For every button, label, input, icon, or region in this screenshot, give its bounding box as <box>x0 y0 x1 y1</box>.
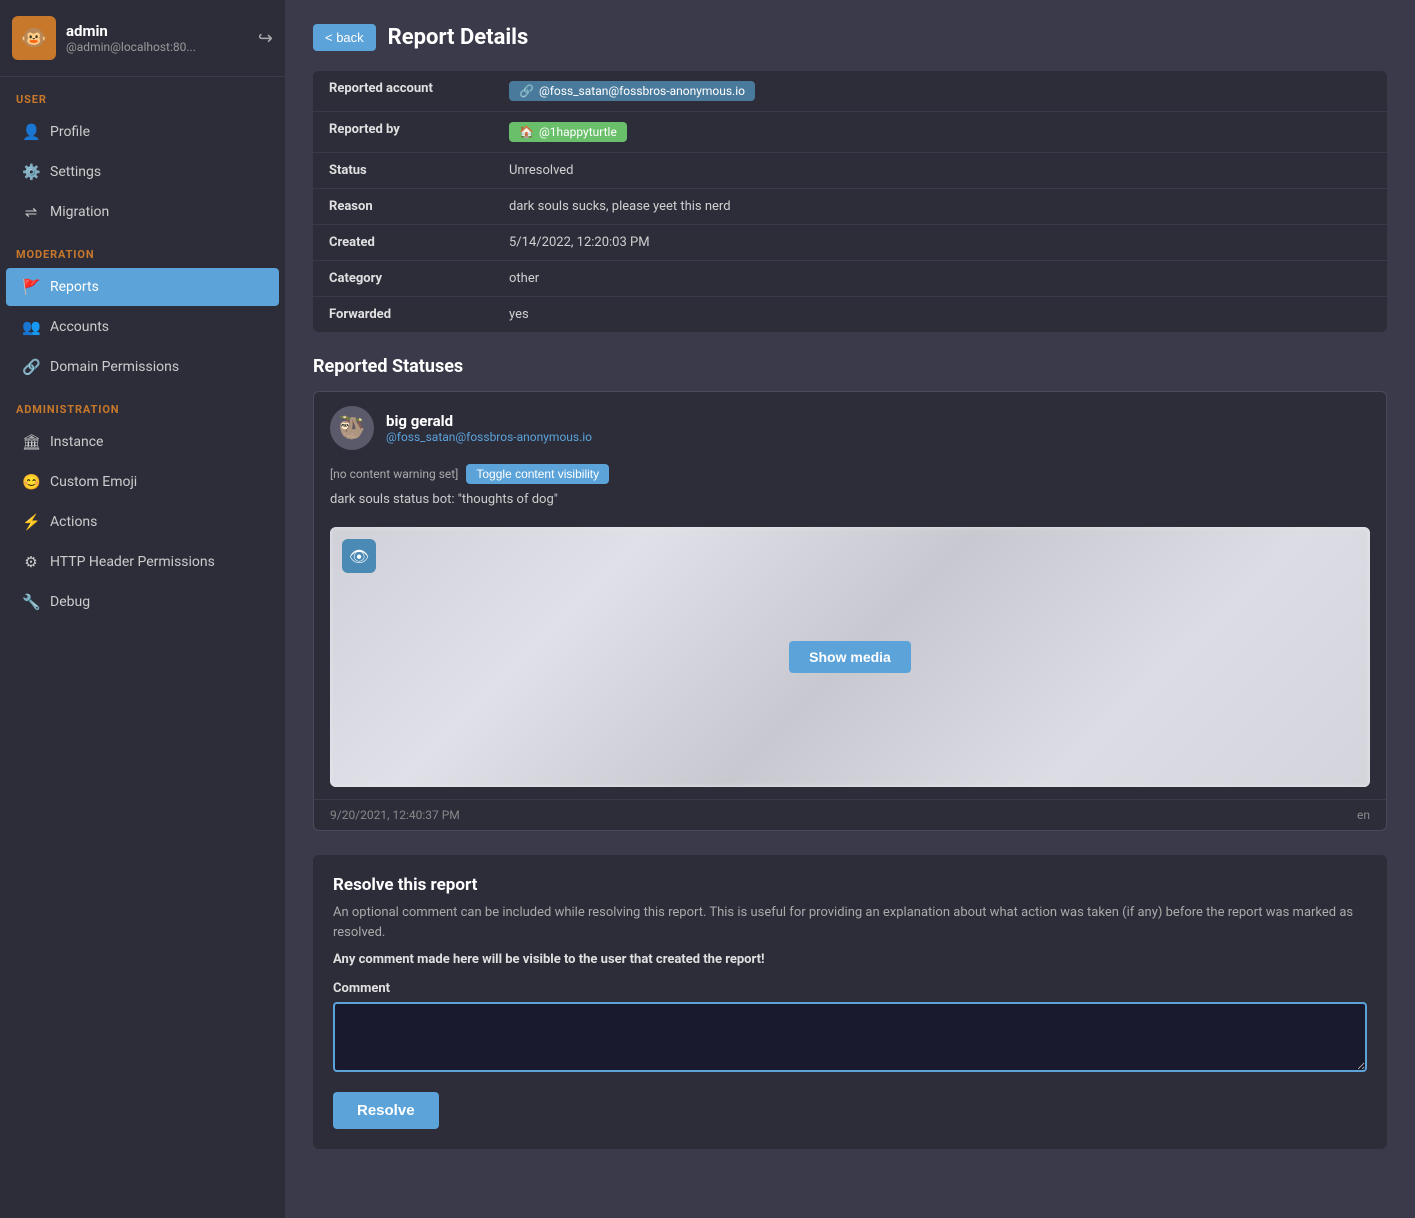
sidebar-item-label: Profile <box>50 124 90 140</box>
avatar: 🐵 <box>12 16 56 60</box>
home-icon: 🏠 <box>519 125 534 139</box>
profile-icon: 👤 <box>22 123 40 141</box>
sidebar-handle: @admin@localhost:80... <box>66 40 248 54</box>
created-value: 5/14/2022, 12:20:03 PM <box>493 225 1387 260</box>
show-media-button[interactable]: Show media <box>789 641 911 673</box>
status-user-info: big gerald @foss_satan@fossbros-anonymou… <box>386 412 592 444</box>
page-title: Report Details <box>388 25 529 50</box>
sidebar-item-settings[interactable]: ⚙️ Settings <box>6 153 279 191</box>
status-content: [no content warning set] Toggle content … <box>314 460 1386 527</box>
report-details-table: Reported account 🔗 @foss_satan@fossbros-… <box>313 71 1387 332</box>
status-language: en <box>1357 808 1370 822</box>
section-label-administration: ADMINISTRATION <box>0 387 285 422</box>
forwarded-label: Forwarded <box>313 297 493 332</box>
sidebar-item-label: Instance <box>50 434 103 450</box>
sidebar-username: admin <box>66 22 248 40</box>
resolve-section: Resolve this report An optional comment … <box>313 855 1387 1149</box>
account-link-icon: 🔗 <box>519 84 534 98</box>
resolve-button[interactable]: Resolve <box>333 1092 439 1129</box>
instance-icon: 🏛 <box>22 433 40 451</box>
resolve-title: Resolve this report <box>333 875 1367 895</box>
sidebar-item-label: Debug <box>50 594 90 610</box>
reason-value: dark souls sucks, please yeet this nerd <box>493 189 1387 224</box>
status-footer: 9/20/2021, 12:40:37 PM en <box>314 799 1386 830</box>
sidebar-item-label: Reports <box>50 279 99 295</box>
main-content: < back Report Details Reported account 🔗… <box>285 0 1415 1218</box>
sidebar-item-debug[interactable]: 🔧 Debug <box>6 583 279 621</box>
sidebar-item-label: Migration <box>50 204 109 220</box>
accounts-icon: 👥 <box>22 318 40 336</box>
report-row-reason: Reason dark souls sucks, please yeet thi… <box>313 189 1387 225</box>
status-label: Status <box>313 153 493 188</box>
reported-by-badge[interactable]: 🏠 @1happyturtle <box>509 122 627 142</box>
sidebar-item-profile[interactable]: 👤 Profile <box>6 113 279 151</box>
reported-account-value: 🔗 @foss_satan@fossbros-anonymous.io <box>493 71 1387 111</box>
sidebar-item-reports[interactable]: 🚩 Reports <box>6 268 279 306</box>
status-avatar: 🦥 <box>330 406 374 450</box>
reason-label: Reason <box>313 189 493 224</box>
reported-by-value: 🏠 @1happyturtle <box>493 112 1387 152</box>
sidebar-item-custom-emoji[interactable]: 😊 Custom Emoji <box>6 463 279 501</box>
status-card-header: 🦥 big gerald @foss_satan@fossbros-anonym… <box>314 392 1386 460</box>
section-label-moderation: MODERATION <box>0 232 285 267</box>
reported-account-label: Reported account <box>313 71 493 111</box>
category-label: Category <box>313 261 493 296</box>
sidebar-item-domain-permissions[interactable]: 🔗 Domain Permissions <box>6 348 279 386</box>
created-label: Created <box>313 225 493 260</box>
settings-icon: ⚙️ <box>22 163 40 181</box>
section-label-user: USER <box>0 77 285 112</box>
back-button[interactable]: < back <box>313 24 376 51</box>
resolve-description: An optional comment can be included whil… <box>333 903 1367 942</box>
http-icon: ⚙ <box>22 553 40 571</box>
reported-by-label: Reported by <box>313 112 493 152</box>
report-row-account: Reported account 🔗 @foss_satan@fossbros-… <box>313 71 1387 112</box>
status-author-handle: @foss_satan@fossbros-anonymous.io <box>386 430 592 444</box>
media-area: 👁 Show media <box>330 527 1370 787</box>
reports-icon: 🚩 <box>22 278 40 296</box>
sidebar-item-label: Accounts <box>50 319 109 335</box>
domain-icon: 🔗 <box>22 358 40 376</box>
comment-textarea[interactable] <box>333 1002 1367 1072</box>
user-info: admin @admin@localhost:80... <box>66 22 248 54</box>
report-row-by: Reported by 🏠 @1happyturtle <box>313 112 1387 153</box>
sidebar-item-label: Actions <box>50 514 97 530</box>
emoji-icon: 😊 <box>22 473 40 491</box>
status-card: 🦥 big gerald @foss_satan@fossbros-anonym… <box>313 391 1387 831</box>
sidebar-item-accounts[interactable]: 👥 Accounts <box>6 308 279 346</box>
sidebar-item-instance[interactable]: 🏛 Instance <box>6 423 279 461</box>
resolve-warning: Any comment made here will be visible to… <box>333 952 1367 967</box>
status-author-name: big gerald <box>386 412 592 430</box>
sidebar-item-label: Domain Permissions <box>50 359 179 375</box>
reported-account-badge[interactable]: 🔗 @foss_satan@fossbros-anonymous.io <box>509 81 755 101</box>
sidebar-item-label: Custom Emoji <box>50 474 137 490</box>
status-timestamp: 9/20/2021, 12:40:37 PM <box>330 808 460 822</box>
comment-label: Comment <box>333 981 1367 996</box>
category-value: other <box>493 261 1387 296</box>
page-header: < back Report Details <box>313 24 1387 51</box>
sidebar-header: 🐵 admin @admin@localhost:80... ↪ <box>0 0 285 77</box>
reported-statuses-title: Reported Statuses <box>313 356 1387 377</box>
migration-icon: ⇌ <box>22 203 40 221</box>
debug-icon: 🔧 <box>22 593 40 611</box>
cw-text: [no content warning set] <box>330 467 458 481</box>
report-row-status: Status Unresolved <box>313 153 1387 189</box>
logout-icon[interactable]: ↪ <box>258 28 273 49</box>
report-row-category: Category other <box>313 261 1387 297</box>
content-warning-bar: [no content warning set] Toggle content … <box>330 460 1370 492</box>
sidebar-item-label: HTTP Header Permissions <box>50 554 215 570</box>
report-row-forwarded: Forwarded yes <box>313 297 1387 332</box>
sidebar: 🐵 admin @admin@localhost:80... ↪ USER 👤 … <box>0 0 285 1218</box>
sidebar-item-migration[interactable]: ⇌ Migration <box>6 193 279 231</box>
sidebar-item-actions[interactable]: ⚡ Actions <box>6 503 279 541</box>
actions-icon: ⚡ <box>22 513 40 531</box>
sidebar-item-label: Settings <box>50 164 101 180</box>
forwarded-value: yes <box>493 297 1387 332</box>
eye-icon: 👁 <box>342 539 376 573</box>
status-value: Unresolved <box>493 153 1387 188</box>
report-row-created: Created 5/14/2022, 12:20:03 PM <box>313 225 1387 261</box>
toggle-content-visibility-button[interactable]: Toggle content visibility <box>466 464 609 484</box>
status-text: dark souls status bot: "thoughts of dog" <box>330 492 1370 507</box>
sidebar-item-http-header-permissions[interactable]: ⚙ HTTP Header Permissions <box>6 543 279 581</box>
